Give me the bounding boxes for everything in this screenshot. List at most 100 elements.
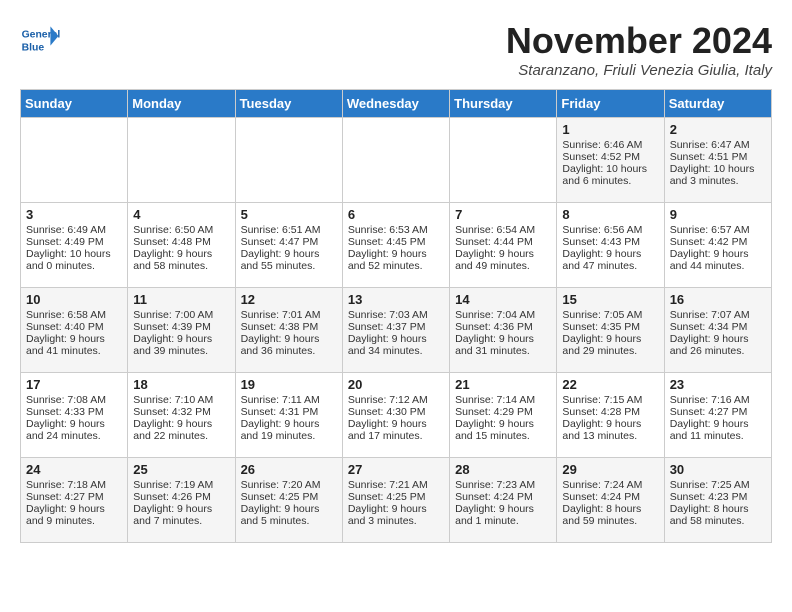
day-info: Sunrise: 7:15 AM xyxy=(562,394,658,406)
day-info: Sunrise: 7:10 AM xyxy=(133,394,229,406)
day-info: Sunset: 4:25 PM xyxy=(348,491,444,503)
day-header-saturday: Saturday xyxy=(664,90,771,118)
cell-3-1: 10 Sunrise: 6:58 AMSunset: 4:40 PMDayligh… xyxy=(21,288,128,373)
day-info: Sunrise: 6:53 AM xyxy=(348,224,444,236)
cell-5-3: 26Sunrise: 7:20 AMSunset: 4:25 PMDayligh… xyxy=(235,458,342,543)
day-info: Sunrise: 6:51 AM xyxy=(241,224,337,236)
cell-4-4: 20Sunrise: 7:12 AMSunset: 4:30 PMDayligh… xyxy=(342,373,449,458)
day-info: Sunset: 4:39 PM xyxy=(133,321,229,333)
day-info: Daylight: 9 hours and 19 minutes. xyxy=(241,418,337,442)
cell-1-5 xyxy=(450,118,557,203)
day-info: Daylight: 9 hours and 24 minutes. xyxy=(26,418,122,442)
day-number: 24 xyxy=(26,462,122,477)
day-info: Sunset: 4:24 PM xyxy=(455,491,551,503)
day-info: Sunset: 4:33 PM xyxy=(26,406,122,418)
day-info: Sunrise: 7:08 AM xyxy=(26,394,122,406)
day-info: Sunrise: 7:24 AM xyxy=(562,479,658,491)
day-info: Sunset: 4:37 PM xyxy=(348,321,444,333)
day-number: 3 xyxy=(26,207,122,222)
day-number: 16 xyxy=(670,292,766,307)
day-info: Daylight: 9 hours and 17 minutes. xyxy=(348,418,444,442)
day-number: 29 xyxy=(562,462,658,477)
week-row-4: 17Sunrise: 7:08 AMSunset: 4:33 PMDayligh… xyxy=(21,373,772,458)
cell-4-1: 17 Sunrise: 7:08 AMSunset: 4:33 PMDayligh… xyxy=(21,373,128,458)
day-info: Daylight: 9 hours and 9 minutes. xyxy=(26,503,122,527)
calendar-body: 1Sunrise: 6:46 AMSunset: 4:52 PMDaylight… xyxy=(21,118,772,543)
day-info: Sunset: 4:35 PM xyxy=(562,321,658,333)
day-number: 1 xyxy=(562,122,658,137)
day-info: Sunrise: 7:18 AM xyxy=(26,479,122,491)
day-info: Sunrise: 7:00 AM xyxy=(133,309,229,321)
day-info: Sunset: 4:27 PM xyxy=(670,406,766,418)
day-number: 12 xyxy=(241,292,337,307)
day-info: Sunset: 4:26 PM xyxy=(133,491,229,503)
day-info: Daylight: 10 hours and 3 minutes. xyxy=(670,163,766,187)
cell-2-4: 6Sunrise: 6:53 AMSunset: 4:45 PMDaylight… xyxy=(342,203,449,288)
location: Staranzano, Friuli Venezia Giulia, Italy xyxy=(506,62,772,79)
day-info: Daylight: 8 hours and 59 minutes. xyxy=(562,503,658,527)
day-number: 9 xyxy=(670,207,766,222)
day-info: Sunrise: 6:57 AM xyxy=(670,224,766,236)
cell-2-1: 3Sunrise: 6:49 AMSunset: 4:49 PMDaylight… xyxy=(21,203,128,288)
day-info: Sunset: 4:52 PM xyxy=(562,151,658,163)
day-info: Sunset: 4:28 PM xyxy=(562,406,658,418)
day-info: Daylight: 9 hours and 3 minutes. xyxy=(348,503,444,527)
day-number: 15 xyxy=(562,292,658,307)
day-info: Sunrise: 6:58 AM xyxy=(26,309,122,321)
day-number: 17 xyxy=(26,377,122,392)
cell-5-1: 24 Sunrise: 7:18 AMSunset: 4:27 PMDayligh… xyxy=(21,458,128,543)
day-info: Sunset: 4:38 PM xyxy=(241,321,337,333)
day-info: Daylight: 9 hours and 39 minutes. xyxy=(133,333,229,357)
header: General Blue November 2024 Staranzano, F… xyxy=(20,20,772,79)
cell-1-3 xyxy=(235,118,342,203)
day-info: Daylight: 9 hours and 58 minutes. xyxy=(133,248,229,272)
day-info: Sunset: 4:51 PM xyxy=(670,151,766,163)
day-number: 20 xyxy=(348,377,444,392)
cell-2-3: 5Sunrise: 6:51 AMSunset: 4:47 PMDaylight… xyxy=(235,203,342,288)
day-info: Sunrise: 7:21 AM xyxy=(348,479,444,491)
day-info: Sunset: 4:25 PM xyxy=(241,491,337,503)
cell-3-3: 12Sunrise: 7:01 AMSunset: 4:38 PMDayligh… xyxy=(235,288,342,373)
day-info: Sunset: 4:49 PM xyxy=(26,236,122,248)
day-info: Daylight: 9 hours and 5 minutes. xyxy=(241,503,337,527)
day-info: Sunset: 4:27 PM xyxy=(26,491,122,503)
cell-5-2: 25Sunrise: 7:19 AMSunset: 4:26 PMDayligh… xyxy=(128,458,235,543)
day-info: Sunset: 4:24 PM xyxy=(562,491,658,503)
day-info: Sunrise: 7:20 AM xyxy=(241,479,337,491)
day-info: Daylight: 9 hours and 41 minutes. xyxy=(26,333,122,357)
day-number: 7 xyxy=(455,207,551,222)
day-info: Sunset: 4:40 PM xyxy=(26,321,122,333)
day-info: Daylight: 9 hours and 44 minutes. xyxy=(670,248,766,272)
day-number: 11 xyxy=(133,292,229,307)
day-info: Sunrise: 6:49 AM xyxy=(26,224,122,236)
day-number: 6 xyxy=(348,207,444,222)
day-info: Sunset: 4:36 PM xyxy=(455,321,551,333)
day-info: Sunrise: 7:07 AM xyxy=(670,309,766,321)
cell-2-2: 4Sunrise: 6:50 AMSunset: 4:48 PMDaylight… xyxy=(128,203,235,288)
day-info: Sunset: 4:48 PM xyxy=(133,236,229,248)
cell-1-1 xyxy=(21,118,128,203)
cell-4-7: 23Sunrise: 7:16 AMSunset: 4:27 PMDayligh… xyxy=(664,373,771,458)
day-info: Sunrise: 7:16 AM xyxy=(670,394,766,406)
day-header-wednesday: Wednesday xyxy=(342,90,449,118)
day-number: 10 xyxy=(26,292,122,307)
day-info: Daylight: 10 hours and 6 minutes. xyxy=(562,163,658,187)
day-number: 14 xyxy=(455,292,551,307)
day-info: Sunrise: 6:50 AM xyxy=(133,224,229,236)
cell-2-7: 9 Sunrise: 6:57 AMSunset: 4:42 PMDaylight… xyxy=(664,203,771,288)
cell-1-6: 1 Sunrise: 6:46 AMSunset: 4:52 PMDaylight… xyxy=(557,118,664,203)
logo: General Blue xyxy=(20,20,64,60)
cell-4-2: 18Sunrise: 7:10 AMSunset: 4:32 PMDayligh… xyxy=(128,373,235,458)
day-info: Sunset: 4:42 PM xyxy=(670,236,766,248)
day-number: 5 xyxy=(241,207,337,222)
day-number: 19 xyxy=(241,377,337,392)
day-info: Sunrise: 6:46 AM xyxy=(562,139,658,151)
day-header-thursday: Thursday xyxy=(450,90,557,118)
cell-4-3: 19Sunrise: 7:11 AMSunset: 4:31 PMDayligh… xyxy=(235,373,342,458)
day-number: 27 xyxy=(348,462,444,477)
week-row-5: 24Sunrise: 7:18 AMSunset: 4:27 PMDayligh… xyxy=(21,458,772,543)
cell-2-5: 7Sunrise: 6:54 AMSunset: 4:44 PMDaylight… xyxy=(450,203,557,288)
calendar-table: SundayMondayTuesdayWednesdayThursdayFrid… xyxy=(20,89,772,543)
cell-3-7: 16Sunrise: 7:07 AMSunset: 4:34 PMDayligh… xyxy=(664,288,771,373)
day-number: 13 xyxy=(348,292,444,307)
